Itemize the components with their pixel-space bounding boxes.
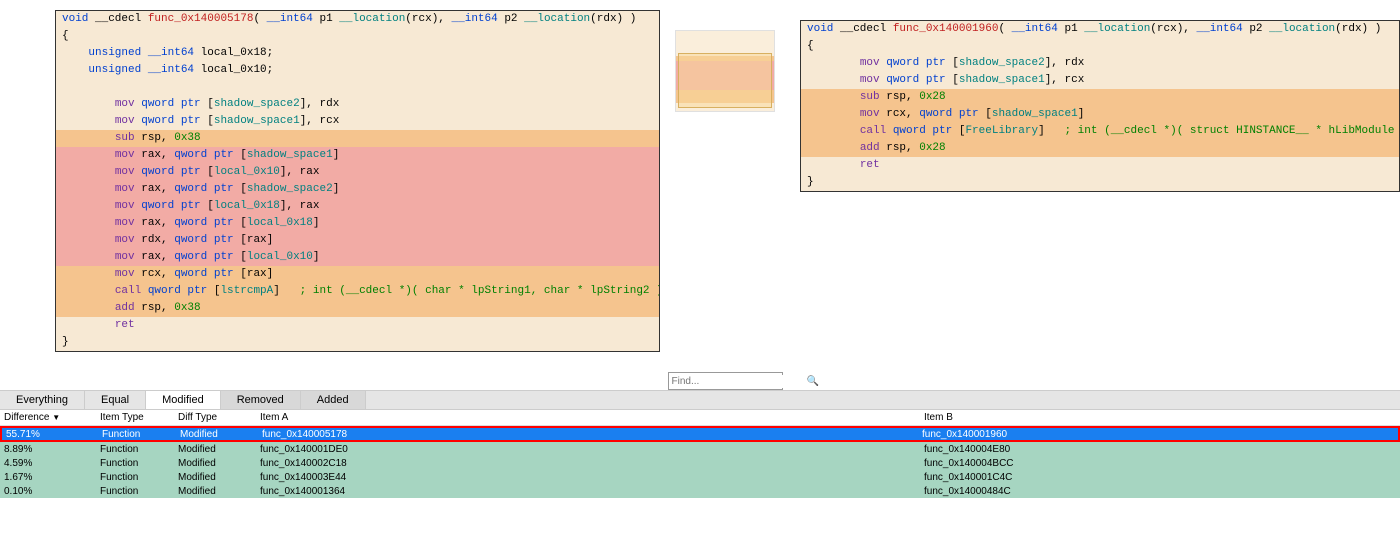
find-input[interactable] [669,375,807,388]
minimap-viewport[interactable] [678,53,772,108]
table-body: 55.71%FunctionModifiedfunc_0x140005178fu… [0,426,1400,498]
header-item-b[interactable]: Item B [920,412,1400,423]
left-code-listing[interactable]: void __cdecl func_0x140005178( __int64 p… [55,10,660,352]
tab-everything[interactable]: Everything [0,391,85,409]
right-code-panel: void __cdecl func_0x140001960( __int64 p… [790,0,1400,390]
tab-removed[interactable]: Removed [221,391,301,409]
find-box: 🔍 [668,372,783,390]
table-row[interactable]: 0.10%FunctionModifiedfunc_0x140001364fun… [0,484,1400,498]
minimap-column: 🔍 [660,0,790,390]
table-row[interactable]: 55.71%FunctionModifiedfunc_0x140005178fu… [0,426,1400,442]
header-item-type[interactable]: Item Type [100,412,178,423]
minimap[interactable] [675,30,775,112]
tab-added[interactable]: Added [301,391,366,409]
left-code-panel: void __cdecl func_0x140005178( __int64 p… [0,0,660,390]
table-row[interactable]: 1.67%FunctionModifiedfunc_0x140003E44fun… [0,470,1400,484]
right-code-listing[interactable]: void __cdecl func_0x140001960( __int64 p… [800,20,1400,192]
tab-equal[interactable]: Equal [85,391,146,409]
table-row[interactable]: 8.89%FunctionModifiedfunc_0x140001DE0fun… [0,442,1400,456]
header-diff-type[interactable]: Diff Type [178,412,256,423]
sort-desc-icon: ▼ [52,413,60,422]
header-item-a[interactable]: Item A [256,412,920,423]
diff-panes: void __cdecl func_0x140005178( __int64 p… [0,0,1400,390]
table-row[interactable]: 4.59%FunctionModifiedfunc_0x140002C18fun… [0,456,1400,470]
table-header: Difference ▼ Item Type Diff Type Item A … [0,410,1400,426]
filter-tabs: EverythingEqualModifiedRemovedAdded [0,390,1400,410]
header-difference[interactable]: Difference ▼ [0,412,100,423]
tab-modified[interactable]: Modified [146,391,221,409]
